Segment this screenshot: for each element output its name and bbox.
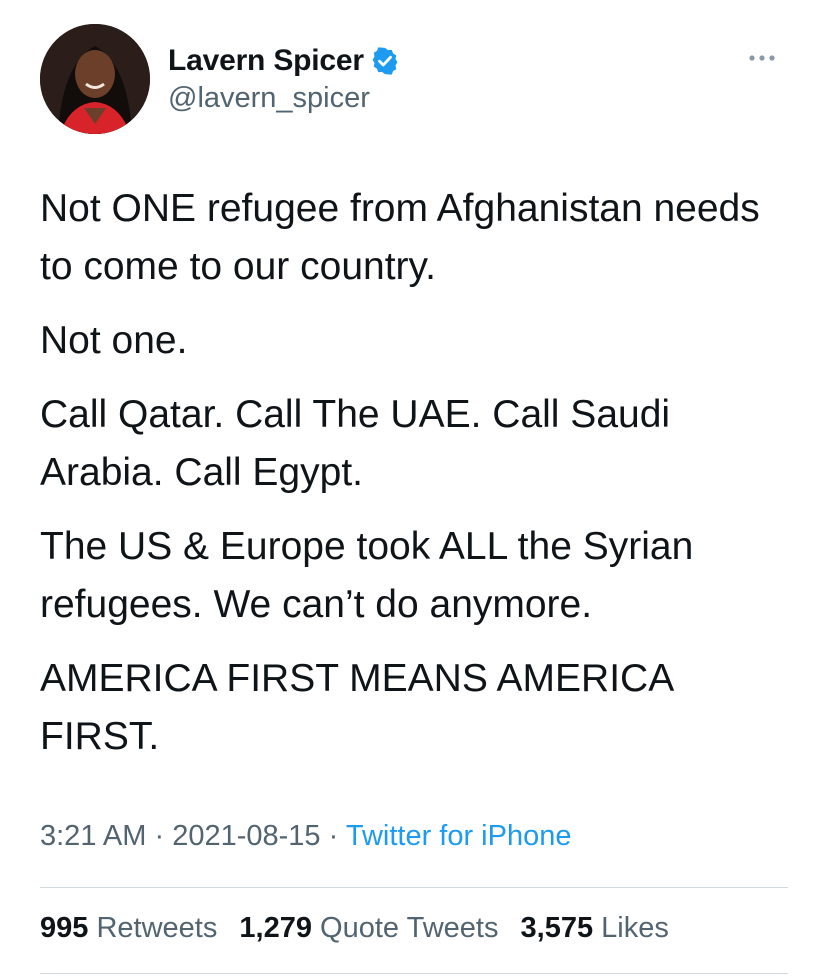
quote-tweets-stat[interactable]: 1,279 Quote Tweets <box>239 912 506 944</box>
tweet-date[interactable]: 2021-08-15 <box>172 820 320 852</box>
meta-separator: · <box>154 820 165 852</box>
more-options-icon[interactable] <box>744 48 780 68</box>
likes-stat[interactable]: 3,575 Likes <box>521 912 669 944</box>
tweet-paragraph: The US & Europe took ALL the Syrian refu… <box>40 525 694 626</box>
tweet-card: Lavern Spicer @lavern_spicer Not ONE ref… <box>0 0 828 976</box>
tweet-header: Lavern Spicer @lavern_spicer <box>40 24 790 136</box>
tweet-paragraph: Not ONE refugee from Afghanistan needs t… <box>40 187 760 288</box>
display-name[interactable]: Lavern Spicer <box>168 44 364 78</box>
tweet-paragraph: Call Qatar. Call The UAE. Call Saudi Ara… <box>40 393 671 494</box>
likes-label: Likes <box>601 912 669 944</box>
likes-count: 3,575 <box>520 912 594 944</box>
divider <box>40 973 788 974</box>
retweets-count: 995 <box>40 912 89 944</box>
tweet-source[interactable]: Twitter for iPhone <box>346 820 572 852</box>
display-name-row: Lavern Spicer <box>168 42 400 80</box>
avatar-image <box>40 24 150 134</box>
tweet-paragraph: AMERICA FIRST MEANS AMERICA FIRST. <box>40 657 673 758</box>
tweet-text: Not ONE refugee from Afghanistan needs t… <box>40 180 800 782</box>
retweets-stat[interactable]: 995 Retweets <box>40 912 225 944</box>
tweet-time[interactable]: 3:21 AM <box>40 820 146 852</box>
verified-badge-icon <box>370 46 400 76</box>
author-handle[interactable]: @lavern_spicer <box>168 82 400 115</box>
quote-tweets-count: 1,279 <box>239 912 312 944</box>
quote-tweets-label: Quote Tweets <box>320 912 499 944</box>
tweet-stats: 995 Retweets 1,279 Quote Tweets 3,575 Li… <box>40 912 683 945</box>
avatar[interactable] <box>40 24 150 134</box>
divider <box>40 887 788 888</box>
tweet-paragraph: Not one. <box>40 319 188 362</box>
retweets-label: Retweets <box>96 912 218 944</box>
author-names: Lavern Spicer @lavern_spicer <box>168 42 400 115</box>
tweet-meta: 3:21 AM · 2021-08-15 · Twitter for iPhon… <box>40 820 571 853</box>
meta-separator: · <box>328 820 339 852</box>
